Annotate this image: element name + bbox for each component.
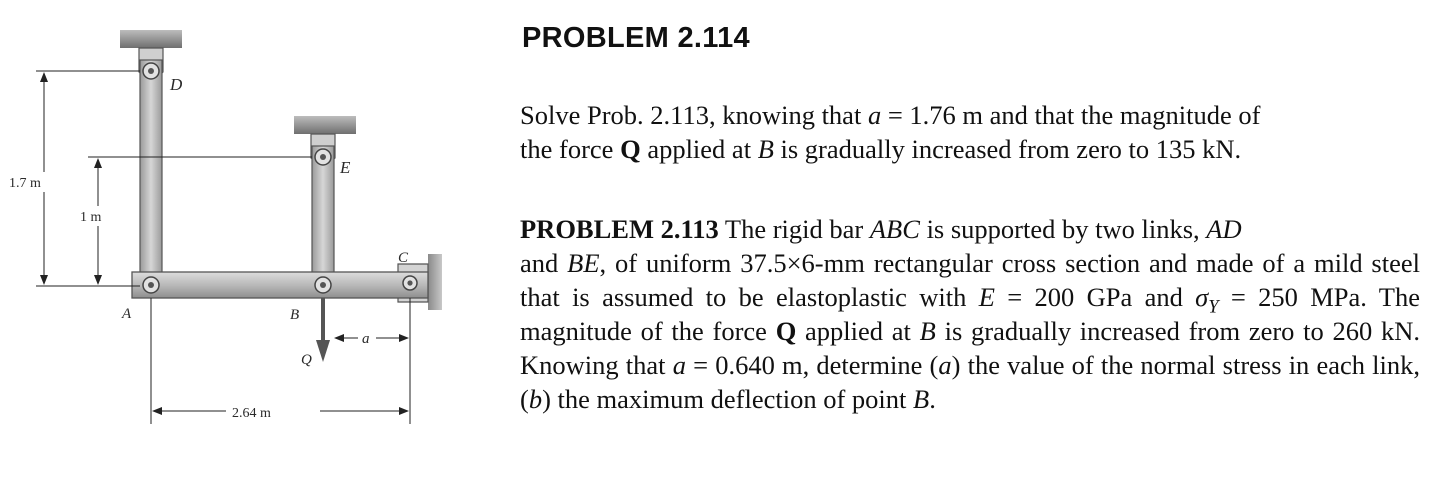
pin-c (402, 275, 418, 291)
text-run: is gradually increased from zero to 135 … (773, 134, 1242, 164)
var-ad: AD (1206, 214, 1242, 244)
var-be: BE (567, 248, 600, 278)
var-b: B (919, 316, 936, 346)
label-a-dim: a (362, 331, 370, 347)
text-run: . (929, 384, 936, 414)
problem-2-113-statement: PROBLEM 2.113 The rigid bar ABC is suppo… (520, 212, 1420, 416)
var-q: Q (620, 134, 641, 164)
dim-1-m: 1 m (80, 210, 102, 225)
var-sigma: σ (1195, 282, 1209, 312)
link-ad (139, 59, 163, 287)
var-sigma-subscript: Y (1208, 296, 1219, 318)
text-run: = 200 GPa and (994, 282, 1196, 312)
problem-text-panel: PROBLEM 2.114 Solve Prob. 2.113, knowing… (520, 0, 1420, 490)
part-b-label: b (528, 384, 543, 414)
var-q: Q (775, 316, 797, 346)
label-a: A (121, 306, 132, 322)
text-run: ) the maximum deflection of point (542, 384, 913, 414)
text-run: and (520, 248, 568, 278)
wall-c (428, 254, 442, 310)
var-abc: ABC (869, 214, 920, 244)
pin-e (314, 148, 332, 166)
pin-a (142, 276, 160, 294)
dim-1-7-m: 1.7 m (9, 176, 41, 191)
pin-b (314, 276, 332, 294)
ceiling-support-d (120, 30, 182, 48)
text-run: = 1.76 m and that the magnitude of (881, 100, 1261, 130)
link-be (311, 145, 335, 287)
label-e: E (339, 158, 351, 177)
label-c: C (398, 250, 409, 266)
text-run: applied at (796, 316, 920, 346)
var-e: E (978, 282, 995, 312)
problem-2-114-statement: Solve Prob. 2.113, knowing that a = 1.76… (520, 98, 1420, 166)
text-run: the force (520, 134, 621, 164)
problem-2-113-heading: PROBLEM 2.113 (520, 214, 719, 244)
var-a: a (672, 350, 686, 380)
problem-title: PROBLEM 2.114 (522, 22, 750, 54)
text-run: The rigid bar (718, 214, 870, 244)
var-b: B (913, 384, 930, 414)
text-run: applied at (640, 134, 758, 164)
pin-d (142, 62, 160, 80)
text-run: Solve Prob. 2.113, knowing that (520, 100, 868, 130)
text-run: is supported by two links, (919, 214, 1207, 244)
rigid-bar-abc (131, 271, 429, 299)
var-a: a (867, 100, 882, 130)
label-d: D (169, 75, 183, 94)
label-b: B (290, 307, 299, 323)
part-a-label: a (938, 350, 952, 380)
var-b: B (757, 134, 774, 164)
text-run: = 0.640 m, determine ( (685, 350, 939, 380)
label-q: Q (301, 352, 312, 368)
dim-2-64-m: 2.64 m (232, 406, 271, 421)
ceiling-support-e (294, 116, 356, 134)
figure-drawing: D E A B C Q a 1.7 m 1 m 2.64 m (6, 30, 442, 424)
structure-figure: D E A B C Q a 1.7 m 1 m 2.64 m (0, 0, 480, 490)
force-q-arrowhead (316, 340, 330, 362)
